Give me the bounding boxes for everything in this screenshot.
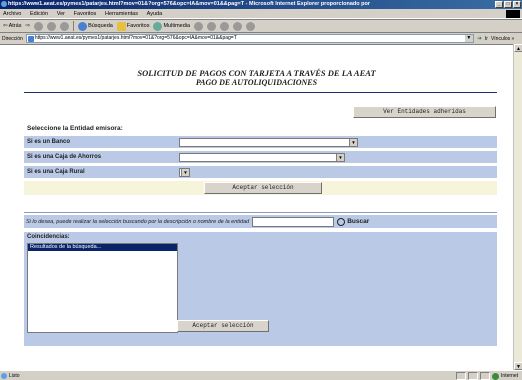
edit-icon[interactable] xyxy=(233,21,243,31)
status-bar: Listo Internet xyxy=(0,370,522,380)
forward-button[interactable]: ⇨ xyxy=(25,23,30,29)
multimedia-icon xyxy=(153,21,163,31)
status-zone: Internet xyxy=(456,371,518,380)
section-divider xyxy=(24,212,497,213)
address-go-label[interactable]: Ir xyxy=(485,36,488,42)
page-title: SOLICITUD DE PAGOS CON TARJETA A TRAVÉS … xyxy=(0,68,513,88)
title-divider xyxy=(24,92,497,93)
buscar-button[interactable]: Buscar xyxy=(337,217,370,226)
maximize-button[interactable]: □ xyxy=(504,1,512,8)
refresh-icon[interactable] xyxy=(47,21,57,31)
search-input[interactable] xyxy=(252,216,335,227)
scroll-up-icon[interactable]: ▲ xyxy=(514,44,522,52)
status-cell xyxy=(456,372,467,380)
minimize-button[interactable]: _ xyxy=(495,1,503,8)
menu-favoritos[interactable]: Favoritos xyxy=(74,11,97,17)
close-button[interactable]: × xyxy=(513,1,521,8)
forward-arrow-icon: ⇨ xyxy=(25,23,31,29)
page-title-line1: SOLICITUD DE PAGOS CON TARJETA A TRAVÉS … xyxy=(137,68,376,78)
row-banco: Si es un Banco ▼ xyxy=(24,136,497,148)
page-content: SOLICITUD DE PAGOS CON TARJETA A TRAVÉS … xyxy=(0,44,513,370)
banco-select[interactable]: ▼ xyxy=(179,137,358,147)
vertical-scrollbar[interactable]: ▲ ▼ xyxy=(513,44,522,370)
select-entity-label: Seleccione la Entidad emisora: xyxy=(27,125,123,132)
coincidencias-listbox[interactable]: Resultados de la búsqueda... xyxy=(27,243,178,333)
search-hint: Si lo desea, puede realizar la selección… xyxy=(26,218,250,225)
search-icon xyxy=(337,217,346,226)
history-icon[interactable] xyxy=(194,21,204,31)
entity-selection-grid: Si es un Banco ▼ Si es una Caja de Ahorr… xyxy=(24,136,497,195)
accept-row: Aceptar selección xyxy=(24,181,497,195)
menu-ayuda[interactable]: Ayuda xyxy=(147,11,163,17)
menu-archivo[interactable]: Archivo xyxy=(3,11,21,17)
row-caja-ahorros: Si es una Caja de Ahorros ▼ xyxy=(24,151,497,163)
row-caja-rural: Si es una Caja Rural ▼ xyxy=(24,166,497,178)
menu-ver[interactable]: Ver xyxy=(57,11,65,17)
window-title: https://www1.aeat.es/pymes1/patarjes.htm… xyxy=(8,1,371,7)
ie-icon xyxy=(1,1,7,7)
search-row: Si lo desea, puede realizar la selección… xyxy=(24,215,497,228)
address-bar: Dirección https://www1.aeat.es/pymes1/pa… xyxy=(0,33,522,44)
zone-label: Internet xyxy=(501,373,518,379)
go-arrow-icon[interactable]: ➜ xyxy=(477,35,482,42)
address-label: Dirección xyxy=(2,35,23,42)
favorites-toolbar-button[interactable]: Favoritos xyxy=(116,21,149,31)
multimedia-toolbar-button[interactable]: Multimedia xyxy=(153,21,190,31)
accept-selection-button-2[interactable]: Aceptar selección xyxy=(177,320,269,332)
chevron-down-icon: ▼ xyxy=(349,138,357,146)
accept-selection-button[interactable]: Aceptar selección xyxy=(204,182,322,194)
banco-label: Si es un Banco xyxy=(24,136,177,148)
ver-entidades-button[interactable]: Ver Entidades adheridas xyxy=(353,106,496,118)
toolbar: ⇦ Atrás ⇨ Búsqueda Favoritos Multimedia xyxy=(0,19,522,33)
status-cell xyxy=(480,372,491,380)
address-dropdown-icon[interactable]: ▼ xyxy=(464,35,473,42)
status-text: Listo xyxy=(9,373,20,379)
stop-icon[interactable] xyxy=(34,21,44,31)
coincidencias-label: Coincidencias: xyxy=(27,234,70,240)
windows-logo-icon xyxy=(506,10,520,18)
menu-herramientas[interactable]: Herramientas xyxy=(105,11,138,17)
caja-rural-select[interactable]: ▼ xyxy=(179,167,190,177)
home-icon[interactable] xyxy=(60,21,70,31)
menu-edicion[interactable]: Edición xyxy=(30,11,48,17)
search-globe-icon xyxy=(78,21,88,31)
status-page-icon xyxy=(1,373,7,379)
address-url: https://www1.aeat.es/pymes1/patarjes.htm… xyxy=(34,35,237,41)
chevron-down-icon: ▼ xyxy=(336,153,344,161)
caja-rural-label: Si es una Caja Rural xyxy=(24,166,177,178)
buscar-label: Buscar xyxy=(347,218,370,225)
print-icon[interactable] xyxy=(220,21,230,31)
search-toolbar-button[interactable]: Búsqueda xyxy=(78,21,113,31)
page-icon xyxy=(27,36,34,42)
discuss-icon[interactable] xyxy=(246,21,256,31)
page-title-line2: PAGO DE AUTOLIQUIDACIONES xyxy=(195,78,318,87)
back-button[interactable]: ⇦ Atrás xyxy=(3,23,21,29)
chevron-down-icon: ▼ xyxy=(181,168,189,176)
back-arrow-icon: ⇦ xyxy=(3,23,8,29)
internet-globe-icon xyxy=(492,372,500,380)
coincidencias-panel: Coincidencias: Resultados de la búsqueda… xyxy=(24,232,497,346)
toolbar-separator xyxy=(73,21,75,31)
scroll-down-icon[interactable]: ▼ xyxy=(514,362,522,370)
caja-ahorros-label: Si es una Caja de Ahorros xyxy=(24,151,177,163)
status-cell xyxy=(468,372,479,380)
window-titlebar: https://www1.aeat.es/pymes1/patarjes.htm… xyxy=(0,0,522,9)
links-label[interactable]: Vínculos » xyxy=(491,36,514,42)
menu-bar: Archivo Edición Ver Favoritos Herramient… xyxy=(0,9,522,19)
mail-icon[interactable] xyxy=(207,21,217,31)
address-input[interactable]: https://www1.aeat.es/pymes1/patarjes.htm… xyxy=(25,34,474,43)
favorites-icon xyxy=(116,21,126,31)
caja-ahorros-select[interactable]: ▼ xyxy=(179,152,345,162)
list-item[interactable]: Resultados de la búsqueda... xyxy=(28,244,177,251)
